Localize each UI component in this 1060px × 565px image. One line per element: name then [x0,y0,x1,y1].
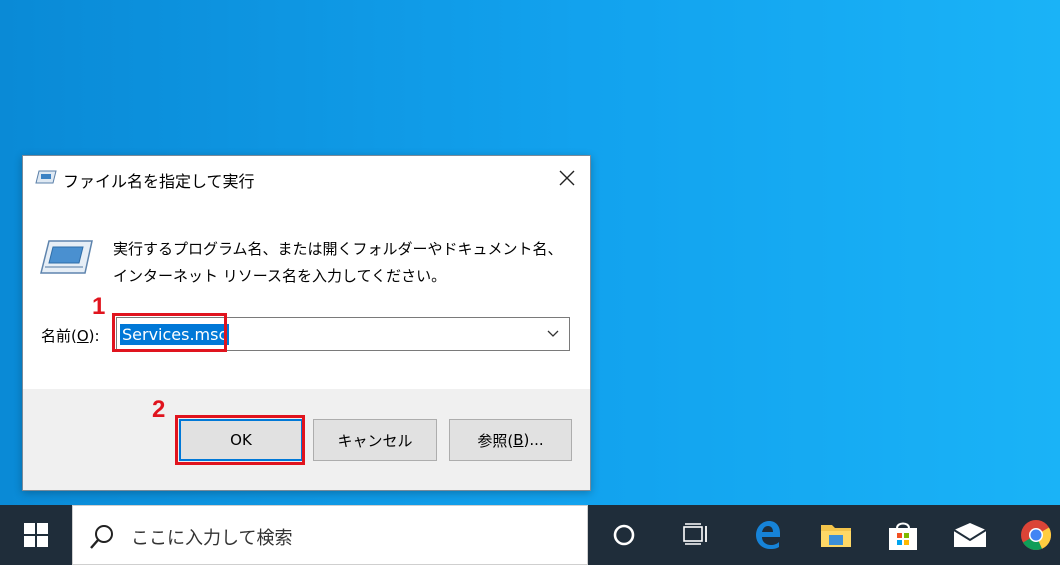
edge-icon [756,521,780,549]
taskbar-search-box[interactable]: ここに入力して検索 [72,505,588,565]
cortana-button[interactable] [596,505,652,565]
callout-number-1: 1 [92,293,106,320]
windows-start-icon [24,523,48,547]
name-label-prefix: 名前( [41,327,77,345]
cancel-button[interactable]: キャンセル [313,419,437,461]
dialog-title: ファイル名を指定して実行 [63,172,255,191]
callout-number-2: 2 [152,396,166,423]
browse-label-suffix: )... [523,431,544,449]
taskbar: ここに入力して検索 [0,505,1060,565]
chrome-icon [1021,520,1052,551]
mail-button[interactable] [942,505,998,565]
run-dialog: ファイル名を指定して実行 実行するプログラム名、または開くフォルダーやドキュメン… [22,155,591,491]
browse-label-prefix: 参照( [477,431,514,450]
callout-box-input [112,313,227,352]
close-button[interactable] [544,156,590,200]
combobox-dropdown-button[interactable] [541,318,565,350]
task-view-button[interactable] [669,505,725,565]
task-view-icon [683,523,707,545]
browse-button[interactable]: 参照(B)... [449,419,572,461]
cortana-icon [613,524,635,546]
chevron-down-icon [547,330,559,337]
mail-icon [953,523,987,547]
callout-box-ok [175,415,305,465]
run-program-icon [40,240,93,274]
dialog-footer: OK キャンセル 参照(B)... [23,389,590,490]
run-icon [35,170,57,184]
file-explorer-button[interactable] [808,505,864,565]
name-label: 名前(O): [41,325,100,346]
browse-label-accelerator: B [513,431,524,449]
dialog-description: 実行するプログラム名、または開くフォルダーやドキュメント名、インターネット リソ… [113,240,563,285]
edge-button[interactable] [740,505,796,565]
store-icon [889,522,917,550]
title-bar: ファイル名を指定して実行 [23,156,590,200]
search-icon [90,525,113,549]
file-explorer-icon [821,525,851,547]
close-icon [559,170,575,186]
search-placeholder: ここに入力して検索 [131,528,293,549]
store-button[interactable] [875,505,931,565]
name-label-accelerator: O [76,327,89,345]
start-button[interactable] [0,505,72,565]
name-label-suffix: ): [88,327,100,345]
chrome-button[interactable] [1008,505,1060,565]
